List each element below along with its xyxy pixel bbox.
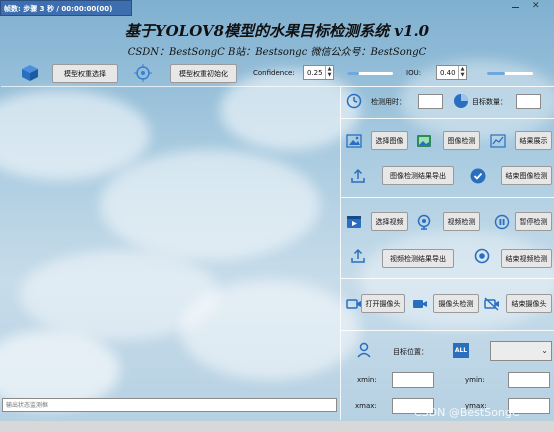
divider: [341, 197, 554, 198]
ymin-field: [508, 372, 550, 388]
divider: [341, 330, 554, 331]
select-image-button[interactable]: 选择图像: [371, 131, 408, 150]
stop-video-detect-button[interactable]: 结束视频检测: [501, 249, 552, 268]
spin-arrows-icon[interactable]: ▲ ▼: [458, 66, 466, 79]
watermark-text: CSDN @BestSongC: [414, 406, 520, 419]
right-panel-border: [340, 86, 341, 420]
target-icon: [134, 64, 152, 82]
pause-icon: [494, 214, 510, 230]
time-label: 检测用时：: [371, 98, 406, 106]
recording-overlay: 帧数: 步骤 3 秒 / 00:00:00(00): [0, 0, 132, 16]
close-icon[interactable]: ✕: [532, 1, 540, 11]
select-video-button[interactable]: 选择视频: [371, 212, 408, 231]
open-camera-button[interactable]: 打开摄像头: [361, 294, 405, 313]
confidence-slider[interactable]: [347, 72, 393, 75]
line-chart-icon: [490, 133, 506, 149]
recording-overlay-text: 帧数: 步骤 3 秒 / 00:00:00(00): [4, 5, 113, 13]
divider: [341, 86, 554, 87]
export-image-result-button[interactable]: 图像检测结果导出: [382, 166, 454, 185]
confidence-label: Confidence:: [253, 69, 295, 77]
window-controls: ✕: [512, 1, 552, 13]
iou-slider[interactable]: [487, 72, 533, 75]
user-location-icon: [356, 342, 372, 358]
iou-slider-fill: [487, 72, 506, 75]
status-output-field[interactable]: [2, 398, 337, 412]
all-badge-icon: ALL: [453, 343, 469, 358]
upload-icon: [350, 168, 366, 184]
spin-arrows-icon[interactable]: ▲ ▼: [325, 66, 333, 79]
show-result-button[interactable]: 结果展示: [515, 131, 552, 150]
bottom-strip: [0, 421, 554, 432]
page-subtitle: CSDN：BestSongC B站：Bestsongc 微信公众号：BestSo…: [127, 47, 427, 58]
divider: [341, 278, 554, 279]
confidence-slider-fill: [347, 72, 359, 75]
cube-icon: [21, 64, 39, 82]
xmin-label: xmin:: [357, 376, 377, 384]
chevron-down-icon[interactable]: ⌄: [541, 346, 548, 355]
time-value-field: [418, 94, 443, 109]
confidence-value: 0.25: [307, 68, 323, 77]
video-camera-icon: [346, 296, 362, 312]
camera-detect-button[interactable]: 摄像头检测: [433, 294, 479, 313]
count-value-field: [516, 94, 541, 109]
webcam-icon: [416, 214, 432, 230]
count-label: 目标数量：: [472, 98, 507, 106]
minimize-icon[interactable]: [512, 7, 519, 8]
ymin-label: ymin:: [465, 376, 485, 384]
detect-image-button[interactable]: 图像检测: [443, 131, 480, 150]
xmax-label: xmax:: [355, 402, 377, 410]
export-video-result-button[interactable]: 视频检测结果导出: [382, 249, 454, 268]
video-file-icon: [346, 214, 362, 230]
upload-icon: [350, 248, 366, 264]
camera-detect-icon: [412, 296, 428, 312]
xmin-field: [392, 372, 434, 388]
iou-label: IOU:: [406, 69, 422, 77]
stop-circle-icon: [474, 248, 490, 264]
clock-icon: [346, 93, 362, 109]
model-init-button[interactable]: 模型权重初始化: [170, 64, 237, 83]
all-badge-text: ALL: [454, 347, 468, 354]
pie-chart-icon: [453, 93, 469, 109]
gallery-icon: [416, 133, 432, 149]
check-circle-icon: [470, 168, 486, 184]
image-display-area: [1, 86, 340, 393]
model-select-button[interactable]: 模型权重选择: [52, 64, 118, 83]
target-position-label: 目标位置：: [393, 348, 428, 356]
detect-video-button[interactable]: 视频检测: [443, 212, 480, 231]
page-title: 基于YOLOV8模型的水果目标检测系统 v1.0: [124, 22, 430, 40]
image-icon: [346, 133, 362, 149]
target-select-dropdown[interactable]: ⌄: [490, 341, 552, 361]
pause-detect-button[interactable]: 暂停检测: [515, 212, 552, 231]
camera-off-icon: [484, 296, 500, 312]
divider: [341, 118, 554, 119]
confidence-spinbox[interactable]: 0.25 ▲ ▼: [303, 65, 334, 80]
iou-spinbox[interactable]: 0.40 ▲ ▼: [436, 65, 467, 80]
iou-value: 0.40: [440, 68, 456, 77]
stop-image-detect-button[interactable]: 结束图像检测: [501, 166, 552, 185]
stop-camera-button[interactable]: 结束摄像头: [506, 294, 552, 313]
